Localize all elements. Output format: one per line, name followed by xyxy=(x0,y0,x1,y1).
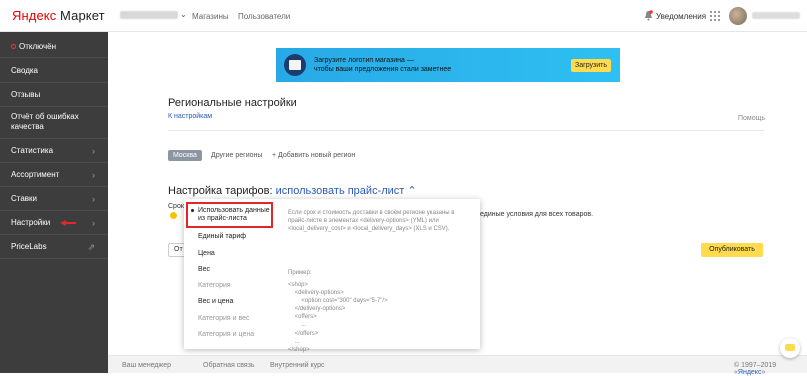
footer-manager-link[interactable]: Ваш менеджер xyxy=(122,362,171,369)
tariff-mode-options: Использовать данные из прайс-листа Едины… xyxy=(184,199,274,349)
nav-shops[interactable]: Магазины xyxy=(192,12,229,21)
sidebar-item-summary[interactable]: Сводка xyxy=(0,66,108,75)
copyright: © 1997–2019 «Яндекс» xyxy=(734,362,807,376)
option-price[interactable]: Цена xyxy=(198,250,215,257)
status-off-icon xyxy=(11,44,16,50)
option-description: Если срок и стоимость доставки в своём р… xyxy=(288,210,455,232)
example-label: Пример: xyxy=(288,270,312,276)
tariff-title-label: Настройка тарифов: xyxy=(168,185,273,197)
chevron-right-icon: › xyxy=(92,218,95,228)
help-link[interactable]: Помощь xyxy=(738,115,765,122)
top-bar: Яндекс Маркет ⌄ Магазины Пользователи Ув… xyxy=(0,0,807,32)
upload-button[interactable]: Загрузить xyxy=(571,59,611,72)
tariff-mode-dropdown[interactable]: использовать прайс-лист ⌃ xyxy=(276,185,417,197)
banner-text-line1: Загрузите логотип магазина — xyxy=(314,57,414,64)
option-category: Категория xyxy=(198,282,231,289)
tariff-settings-title: Настройка тарифов: использовать прайс-ли… xyxy=(168,184,417,197)
sidebar-item-label: Ставки xyxy=(11,194,38,203)
sidebar-item-bids[interactable]: Ставки › xyxy=(0,194,108,204)
tab-moscow[interactable]: Москва xyxy=(168,150,202,161)
chevron-down-icon[interactable]: ⌄ xyxy=(180,10,187,19)
tariff-mode-value: использовать прайс-лист xyxy=(275,185,405,197)
nav-users[interactable]: Пользователи xyxy=(238,12,290,21)
sidebar-item-settings[interactable]: Настройки › xyxy=(0,218,108,228)
notifications-link[interactable]: Уведомления xyxy=(656,12,706,21)
page-title: Региональные настройки xyxy=(168,97,297,109)
sidebar-item-reviews[interactable]: Отзывы xyxy=(0,90,108,99)
chevron-right-icon: › xyxy=(92,170,95,180)
banner-text: Загрузите логотип магазина — чтобы ваши … xyxy=(314,56,484,74)
apps-grid-icon[interactable] xyxy=(710,11,720,21)
option-weight[interactable]: Вес xyxy=(198,266,210,273)
logo-brand: Яндекс xyxy=(12,8,57,23)
sidebar-item-label: PriceLabs xyxy=(11,242,47,251)
tab-other-regions[interactable]: Другие регионы xyxy=(211,152,262,159)
sidebar: Отключён Сводка Отзывы Отчёт об ошибках … xyxy=(0,32,108,373)
store-logo-icon xyxy=(284,54,306,76)
logo-product: Маркет xyxy=(60,8,105,23)
add-region-button[interactable]: + Добавить новый регион xyxy=(272,152,355,159)
sidebar-status: Отключён xyxy=(0,42,108,51)
background-text-partial: Срок xyxy=(168,203,184,210)
footer: Ваш менеджер Обратная связь Внутренний к… xyxy=(108,355,807,376)
chat-icon[interactable] xyxy=(780,338,800,358)
sidebar-item-pricelabs[interactable]: PriceLabs ⇗ xyxy=(0,242,108,252)
banner-text-line2: чтобы ваши предложения стали заметнее xyxy=(314,66,452,73)
sidebar-item-quality-report[interactable]: Отчёт об ошибках качества xyxy=(0,112,95,132)
sidebar-item-label: Отчёт об ошибках качества xyxy=(11,112,79,131)
warning-icon xyxy=(170,212,177,219)
sidebar-item-label: Статистика xyxy=(11,146,54,155)
sidebar-item-label: Настройки xyxy=(11,218,51,227)
bell-icon[interactable] xyxy=(644,10,653,21)
option-weight-price[interactable]: Вес и цена xyxy=(198,298,233,305)
option-flat-rate[interactable]: Единый тариф xyxy=(198,233,246,240)
status-label: Отключён xyxy=(19,42,57,51)
external-link-icon: ⇗ xyxy=(87,242,95,252)
red-arrow-annotation-icon xyxy=(60,220,76,226)
example-code: <shop> <delivery-options> <option cost="… xyxy=(288,282,388,353)
chevron-right-icon: › xyxy=(92,146,95,156)
divider xyxy=(168,130,764,131)
shop-name-blurred[interactable] xyxy=(120,11,178,19)
footer-course-link[interactable]: Внутренний курс xyxy=(270,362,324,369)
upload-logo-banner: Загрузите логотип магазина — чтобы ваши … xyxy=(276,48,620,82)
chevron-up-icon: ⌃ xyxy=(407,185,417,197)
option-use-pricelist[interactable]: Использовать данные из прайс-листа xyxy=(198,207,270,223)
option-category-price: Категория и цена xyxy=(198,331,255,338)
yandex-market-logo[interactable]: Яндекс Маркет xyxy=(12,8,105,23)
avatar[interactable] xyxy=(729,7,747,25)
background-text-right: единые условия для всех товаров. xyxy=(480,211,594,218)
sidebar-item-label: Ассортимент xyxy=(11,170,60,179)
sidebar-item-assortment[interactable]: Ассортимент › xyxy=(0,170,108,180)
publish-button[interactable]: Опубликовать xyxy=(701,243,763,257)
sidebar-item-statistics[interactable]: Статистика › xyxy=(0,146,108,156)
back-to-settings-link[interactable]: К настройкам xyxy=(168,113,212,120)
sidebar-item-label: Отзывы xyxy=(11,90,41,99)
option-category-weight: Категория и вес xyxy=(198,315,250,322)
footer-feedback-link[interactable]: Обратная связь xyxy=(203,362,255,369)
sidebar-item-label: Сводка xyxy=(11,66,39,75)
username-blurred[interactable] xyxy=(752,12,800,19)
tariff-mode-menu: Использовать данные из прайс-листа Едины… xyxy=(184,199,480,353)
chevron-right-icon: › xyxy=(92,194,95,204)
